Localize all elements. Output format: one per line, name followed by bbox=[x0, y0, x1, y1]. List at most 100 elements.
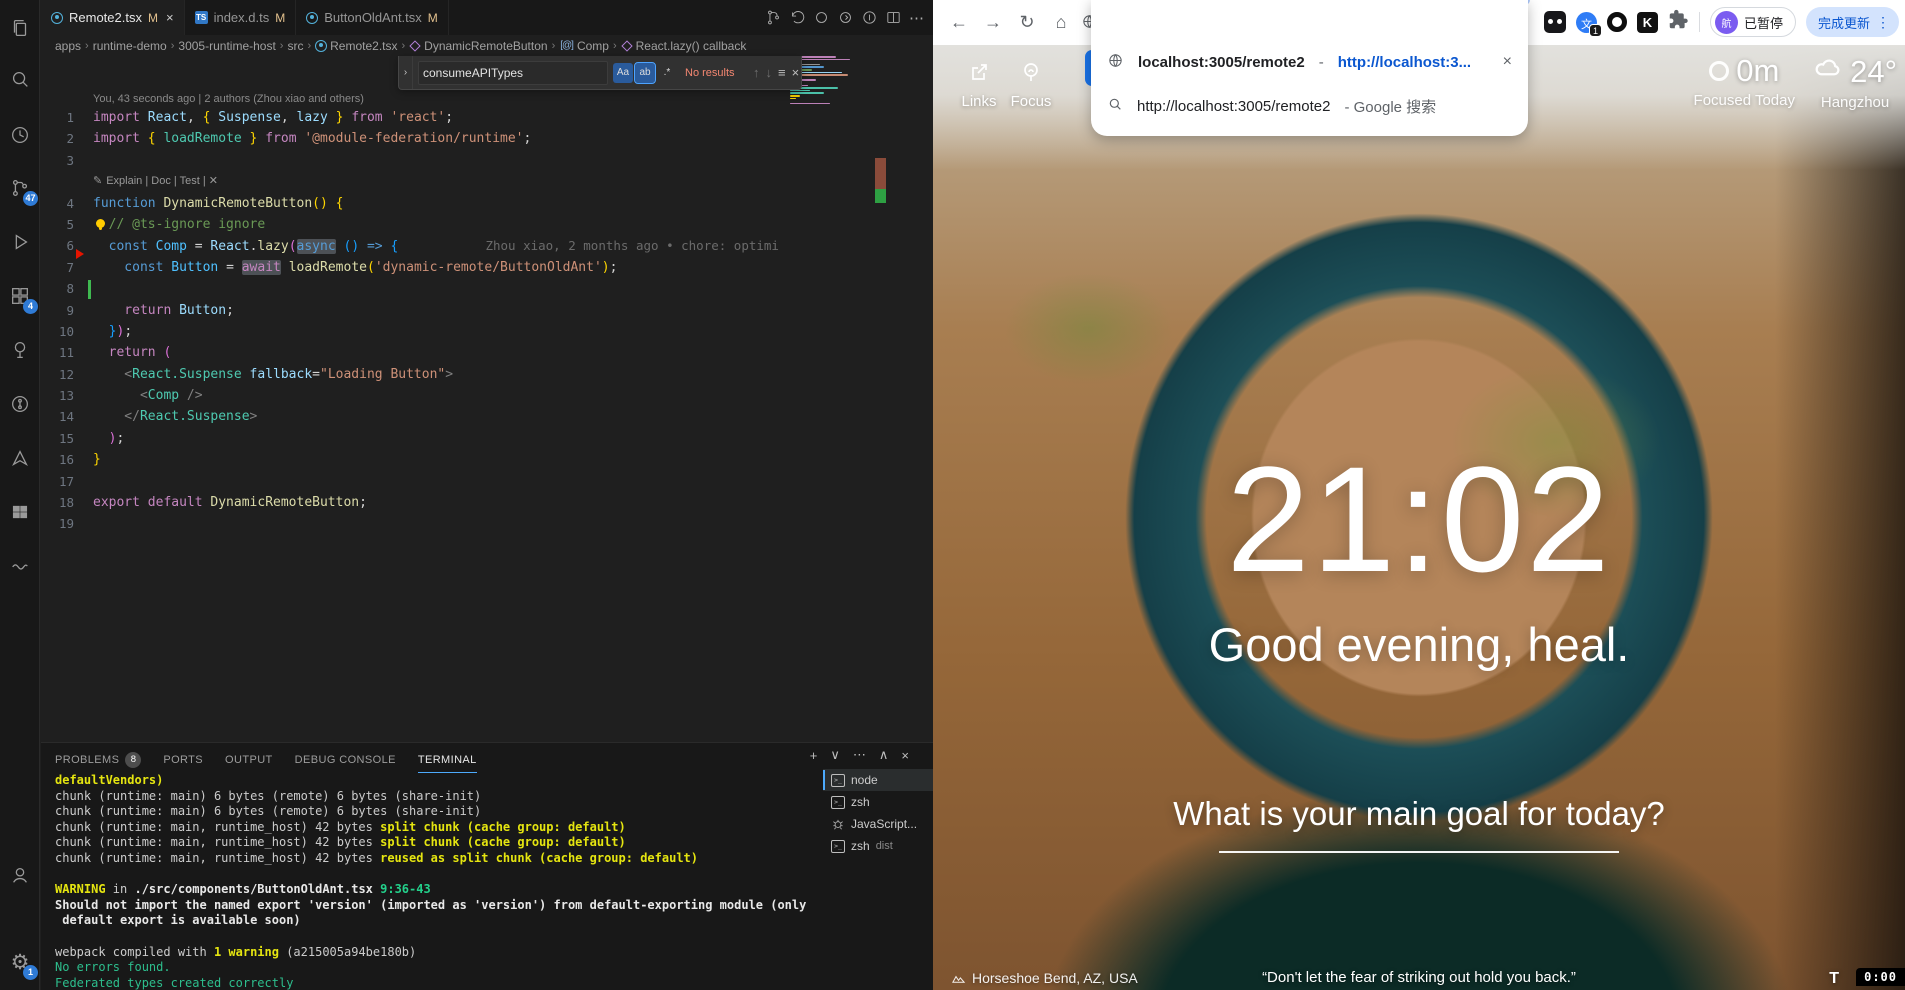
tab-buttonoldant[interactable]: ButtonOldAnt.tsx M bbox=[296, 0, 449, 35]
weather-widget[interactable]: 24° Hangzhou bbox=[1813, 53, 1897, 111]
terminal-session-javascript[interactable]: JavaScript... bbox=[823, 813, 933, 835]
terminal-session-node[interactable]: >_node bbox=[823, 769, 933, 791]
greeting: Good evening, heal. bbox=[933, 617, 1905, 672]
panel-close-icon[interactable]: × bbox=[901, 748, 909, 763]
terminal-line: chunk (runtime: main, runtime_host) 42 b… bbox=[55, 820, 820, 836]
back-button[interactable]: ← bbox=[945, 8, 973, 36]
dashboard-icon[interactable] bbox=[0, 492, 40, 532]
code-line: 9 return Button; bbox=[41, 300, 891, 321]
extension-ring-icon[interactable] bbox=[1607, 12, 1627, 32]
find-replace-toggle-icon[interactable]: › bbox=[399, 56, 413, 89]
todo-link-partial[interactable]: T bbox=[1829, 970, 1839, 988]
remove-suggestion-icon[interactable]: × bbox=[1503, 53, 1512, 71]
code-line: 8 bbox=[41, 278, 891, 299]
suggestion-engine: - Google 搜索 bbox=[1344, 96, 1436, 117]
panel-tab-ports[interactable]: PORTS bbox=[163, 747, 203, 773]
regex-button[interactable]: .* bbox=[657, 63, 677, 83]
find-in-selection-icon[interactable]: ≡ bbox=[778, 65, 786, 80]
find-next-icon[interactable]: ↓ bbox=[766, 65, 773, 80]
terminal-session-zsh[interactable]: >_zsh bbox=[823, 791, 933, 813]
extensions-icon[interactable]: 4 bbox=[0, 276, 40, 316]
new-tab-page: Links Focus 0m Focused Today 24° Hangzho… bbox=[933, 45, 1905, 990]
extensions-puzzle-icon[interactable] bbox=[1668, 9, 1689, 35]
source-control-icon[interactable]: 47 bbox=[0, 168, 40, 208]
breadcrumb-item[interactable]: apps bbox=[55, 39, 81, 53]
suggestion-search[interactable]: http://localhost:3005/remote2 - Google 搜… bbox=[1091, 88, 1528, 124]
suggestion-history[interactable]: localhost:3005/remote2 - http://localhos… bbox=[1091, 44, 1528, 80]
breadcrumb-item[interactable]: Remote2.tsx bbox=[330, 39, 397, 53]
find-close-icon[interactable]: × bbox=[792, 65, 800, 80]
panel-more-icon[interactable]: ⋯ bbox=[853, 747, 866, 763]
find-input[interactable]: consumeAPITypes bbox=[418, 61, 608, 85]
split-editor-icon[interactable] bbox=[885, 9, 902, 26]
nav-forward-circle-icon[interactable] bbox=[837, 9, 854, 26]
update-pill-button[interactable]: 完成更新 ⋮ bbox=[1806, 7, 1899, 37]
source-control-graph-icon[interactable] bbox=[765, 9, 782, 26]
omnibox-dropdown: localhost:3005/remote2 - http://localhos… bbox=[1091, 0, 1528, 136]
tab-close-icon[interactable]: × bbox=[166, 10, 174, 25]
history-icon[interactable] bbox=[0, 115, 40, 155]
kagi-extension-icon[interactable]: K bbox=[1637, 12, 1658, 33]
run-debug-icon[interactable] bbox=[0, 222, 40, 262]
paused-pill-button[interactable]: 航 已暂停 bbox=[1710, 7, 1796, 37]
tab-remote2[interactable]: Remote2.tsx M × bbox=[41, 0, 185, 35]
react-file-icon bbox=[306, 12, 318, 24]
translate-extension-icon[interactable]: 1 bbox=[1576, 12, 1597, 33]
breadcrumb-item[interactable]: runtime-demo bbox=[93, 39, 167, 53]
whole-word-button[interactable]: ab bbox=[635, 63, 655, 83]
discard-icon[interactable] bbox=[789, 9, 806, 26]
code-lines[interactable]: 1import React, { Suspense, lazy } from '… bbox=[41, 107, 891, 535]
panel-tab-output[interactable]: OUTPUT bbox=[225, 747, 273, 773]
nav-back-circle-icon[interactable] bbox=[813, 9, 830, 26]
terminal-line: webpack compiled with 1 warning (a215005… bbox=[55, 945, 820, 961]
gitlens-graph-icon[interactable] bbox=[861, 9, 878, 26]
home-button[interactable]: ⌂ bbox=[1047, 8, 1075, 36]
breadcrumb-item[interactable]: DynamicRemoteButton bbox=[424, 39, 547, 53]
forward-button[interactable]: → bbox=[979, 8, 1007, 36]
terminal-dropdown-icon[interactable]: ∨ bbox=[830, 747, 840, 763]
vscode-window: 47 4 ⚙1 Remote2.tsx M × TS index.d.ts M … bbox=[0, 0, 933, 990]
kubernetes-icon[interactable] bbox=[0, 438, 40, 478]
ts-file-icon: TS bbox=[195, 11, 208, 24]
codelens-row[interactable]: ✎Explain | Doc | Test | ✕ bbox=[41, 171, 891, 192]
code-line: 11 return ( bbox=[41, 342, 891, 363]
focus-button[interactable]: Focus bbox=[999, 60, 1063, 110]
breakpoint-marker[interactable] bbox=[76, 249, 84, 259]
suggestion-query: http://localhost:3005/remote2 bbox=[1137, 98, 1330, 115]
match-case-button[interactable]: Aa bbox=[613, 63, 633, 83]
settings-gear-icon[interactable]: ⚙1 bbox=[0, 942, 40, 982]
breadcrumb-item[interactable]: Comp bbox=[577, 39, 609, 53]
search-icon[interactable] bbox=[0, 60, 40, 100]
extension-dark-icon[interactable] bbox=[1544, 11, 1566, 33]
terminal-line: defaultVendors) bbox=[55, 773, 820, 789]
terminal-session-zsh[interactable]: >_zshdist bbox=[823, 835, 933, 857]
panel-tab-problems[interactable]: PROBLEMS8 bbox=[55, 747, 141, 773]
new-terminal-icon[interactable]: + bbox=[810, 748, 818, 763]
lightbulb-icon[interactable] bbox=[96, 219, 105, 228]
breadcrumb-item[interactable]: src bbox=[287, 39, 303, 53]
reload-button[interactable]: ↻ bbox=[1013, 8, 1041, 36]
find-prev-icon[interactable]: ↑ bbox=[753, 65, 760, 80]
activity-bar: 47 4 ⚙1 bbox=[0, 0, 40, 990]
breadcrumb-item[interactable]: React.lazy() callback bbox=[636, 39, 747, 53]
focused-today-widget[interactable]: 0m Focused Today bbox=[1694, 53, 1795, 109]
focus-caption: Focused Today bbox=[1694, 92, 1795, 109]
account-icon[interactable] bbox=[0, 855, 40, 895]
panel-tab-debug-console[interactable]: DEBUG CONSOLE bbox=[295, 747, 396, 773]
gitlens-icon[interactable] bbox=[0, 384, 40, 424]
terminal-output[interactable]: defaultVendors)chunk (runtime: main) 6 b… bbox=[55, 773, 820, 990]
code-line: 1import React, { Suspense, lazy } from '… bbox=[41, 107, 891, 128]
breadcrumb-item[interactable]: 3005-runtime-host bbox=[178, 39, 275, 53]
goal-input[interactable] bbox=[1219, 851, 1619, 853]
find-query: consumeAPITypes bbox=[423, 66, 523, 80]
terminal-line bbox=[55, 867, 820, 883]
explorer-icon[interactable] bbox=[0, 8, 40, 48]
daily-quote[interactable]: “Don't let the fear of striking out hold… bbox=[933, 969, 1905, 986]
more-actions-icon[interactable]: ⋯ bbox=[909, 9, 925, 27]
panel-tab-terminal[interactable]: TERMINAL bbox=[418, 747, 477, 773]
panel-tab-bar: PROBLEMS8 PORTS OUTPUT DEBUG CONSOLE TERMINA… bbox=[55, 747, 477, 773]
squiggle-icon[interactable] bbox=[0, 546, 40, 586]
panel-maximize-icon[interactable]: ∧ bbox=[879, 747, 889, 763]
testing-icon[interactable] bbox=[0, 330, 40, 370]
tab-index-dts[interactable]: TS index.d.ts M bbox=[185, 0, 297, 35]
